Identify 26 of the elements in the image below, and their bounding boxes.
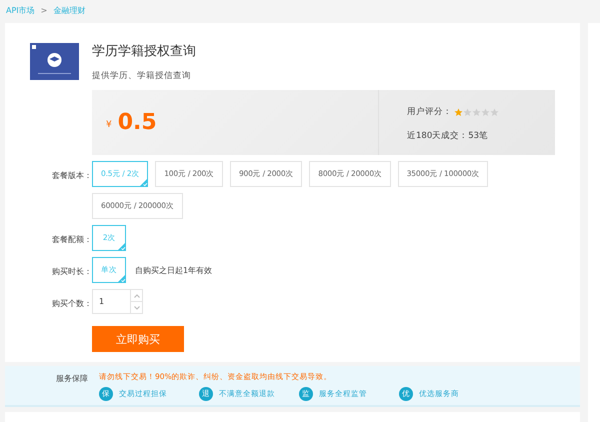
quantity-spinner[interactable] [130, 289, 143, 314]
star-icon [472, 108, 481, 116]
check-icon [117, 242, 126, 251]
star-icon [463, 108, 472, 116]
price: 0.5 [118, 110, 157, 135]
check-icon [139, 178, 148, 187]
down-icon[interactable] [134, 306, 140, 310]
option-label: 购买时长： [51, 266, 92, 278]
product-subtitle: 提供学历、学籍授信查询 [92, 70, 192, 82]
star-icon [481, 108, 490, 116]
sales-count: 近180天成交：53笔 [407, 130, 490, 142]
check-icon [117, 274, 126, 283]
breadcrumb-separator: > [40, 6, 48, 14]
option-label: 购买个数： [51, 298, 92, 310]
currency-symbol: ¥ [106, 120, 112, 130]
option-label: 套餐配额： [51, 234, 92, 246]
star-icon [490, 108, 499, 116]
product-title: 学历学籍授权查询 [92, 43, 196, 60]
rating-label: 用户评分： [407, 106, 452, 118]
product-logo-icon [30, 43, 79, 80]
validity-note: 自购买之日起1年有效 [135, 264, 212, 276]
option-label: 套餐版本： [51, 170, 92, 182]
star-icon [454, 108, 463, 116]
up-icon[interactable] [134, 294, 140, 298]
quantity-field[interactable]: 1 [92, 289, 130, 314]
guarantee-label: 服务保障 [55, 373, 89, 385]
